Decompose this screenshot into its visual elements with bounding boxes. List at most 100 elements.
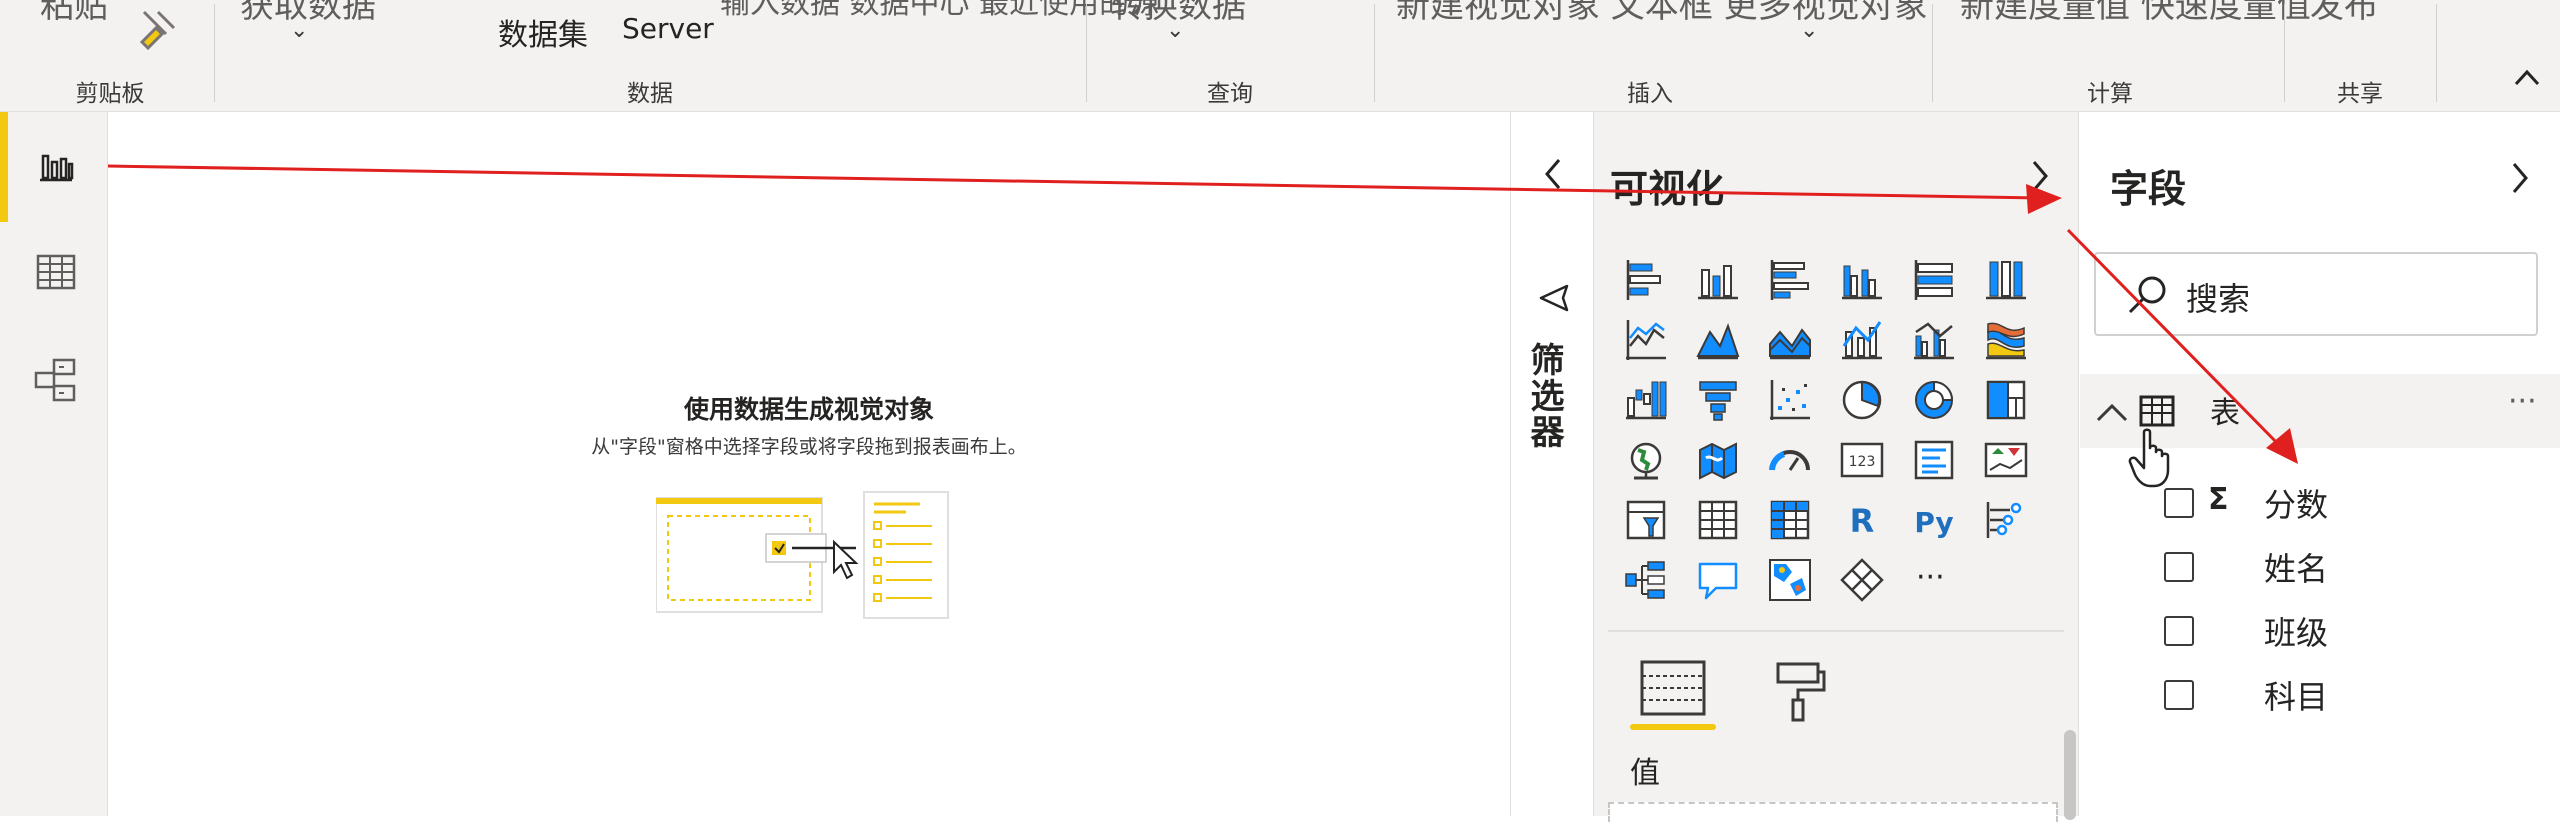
ribbon-divider: [1932, 4, 1933, 102]
field-label: 班级: [2264, 614, 2329, 652]
values-drop-zone[interactable]: [1608, 802, 2058, 822]
field-item-class[interactable]: 班级: [2080, 600, 2560, 660]
multi-row-card-icon[interactable]: [1910, 436, 1958, 484]
decomposition-tree-icon[interactable]: [1622, 556, 1670, 604]
r-script-visual-icon[interactable]: R: [1838, 496, 1886, 544]
group-calculation: 计算: [2087, 81, 2133, 107]
clustered-column-chart-icon[interactable]: [1838, 256, 1886, 304]
collapse-ribbon-icon[interactable]: [2512, 66, 2542, 88]
report-canvas[interactable]: 使用数据生成视觉对象 从"字段"窗格中选择字段或将字段拖到报表画布上。: [108, 112, 1510, 816]
model-view-icon[interactable]: [32, 356, 80, 404]
table-name: 表: [2210, 396, 2240, 431]
field-checkbox[interactable]: [2164, 488, 2194, 518]
chevron-up-icon[interactable]: [2094, 400, 2130, 424]
active-view-indicator: [0, 112, 8, 222]
field-label: 科目: [2264, 678, 2329, 716]
collapse-left-icon[interactable]: [1539, 156, 1567, 192]
format-paint-roller-icon[interactable]: [1768, 660, 1828, 724]
slicer-icon[interactable]: [1622, 496, 1670, 544]
empty-state-title: 使用数据生成视觉对象: [683, 395, 934, 424]
stacked-column-chart-icon[interactable]: [1694, 256, 1742, 304]
filter-icon: [1539, 284, 1569, 312]
chevron-down-icon[interactable]: ⌄: [1800, 18, 1818, 43]
visualizations-title: 可视化: [1610, 167, 1725, 211]
ribbon-chart-icon[interactable]: [1982, 316, 2030, 364]
format-painter-icon[interactable]: [136, 4, 182, 50]
stacked-area-chart-icon[interactable]: [1766, 316, 1814, 364]
group-insert: 插入: [1627, 81, 1673, 107]
fields-search-input[interactable]: 搜索: [2094, 252, 2538, 336]
sql-server-label[interactable]: Server: [622, 12, 714, 45]
ribbon-divider: [1086, 4, 1087, 102]
ribbon-divider: [2284, 4, 2285, 102]
field-checkbox[interactable]: [2164, 616, 2194, 646]
data-sources-label[interactable]: 输入数据 数据中心 最近使用的源: [720, 0, 1159, 22]
search-placeholder: 搜索: [2186, 280, 2251, 318]
funnel-chart-icon[interactable]: [1694, 376, 1742, 424]
matrix-icon[interactable]: [1766, 496, 1814, 544]
field-label: 姓名: [2264, 550, 2329, 588]
insert-buttons-label[interactable]: 新建视觉对象 文本框 更多视觉对象: [1396, 0, 1928, 27]
fields-wells-tab-icon[interactable]: [1630, 652, 1716, 752]
qa-visual-icon[interactable]: [1694, 556, 1742, 604]
table-icon: [2139, 395, 2175, 427]
group-data: 数据: [627, 81, 673, 107]
svg-text:Py: Py: [1914, 506, 1953, 539]
field-checkbox[interactable]: [2164, 552, 2194, 582]
100-stacked-column-chart-icon[interactable]: [1982, 256, 2030, 304]
group-query: 查询: [1207, 81, 1253, 107]
data-view-icon[interactable]: [32, 248, 80, 296]
ribbon-divider: [2436, 4, 2437, 102]
search-icon: [2128, 276, 2166, 314]
line-clustered-column-chart-icon[interactable]: [1910, 316, 1958, 364]
arcgis-map-icon[interactable]: [1766, 556, 1814, 604]
collapse-fields-icon[interactable]: [2506, 160, 2534, 196]
map-icon[interactable]: [1622, 436, 1670, 484]
dataset-label[interactable]: 数据集: [498, 10, 588, 54]
values-well-label: 值: [1630, 756, 1660, 791]
waterfall-chart-icon[interactable]: [1622, 376, 1670, 424]
field-item-subject[interactable]: 科目: [2080, 664, 2560, 724]
power-apps-icon[interactable]: [1838, 556, 1886, 604]
line-chart-icon[interactable]: [1622, 316, 1670, 364]
report-view-icon[interactable]: [32, 142, 80, 190]
field-item-score[interactable]: Σ 分数: [2080, 472, 2560, 532]
field-item-name[interactable]: 姓名: [2080, 536, 2560, 596]
treemap-icon[interactable]: [1982, 376, 2030, 424]
field-checkbox[interactable]: [2164, 680, 2194, 710]
paste-button-label[interactable]: 粘贴: [40, 0, 108, 27]
gauge-icon[interactable]: [1766, 436, 1814, 484]
chevron-down-icon[interactable]: ⌄: [1166, 18, 1184, 43]
svg-text:123: 123: [1849, 454, 1876, 470]
scatter-chart-icon[interactable]: [1766, 376, 1814, 424]
clustered-bar-chart-icon[interactable]: [1766, 256, 1814, 304]
chevron-down-icon[interactable]: ⌄: [290, 18, 308, 43]
more-visuals-button[interactable]: ···: [1916, 560, 1945, 595]
view-switcher: [0, 112, 108, 816]
donut-chart-icon[interactable]: [1910, 376, 1958, 424]
area-chart-icon[interactable]: [1694, 316, 1742, 364]
kpi-icon[interactable]: [1982, 436, 2030, 484]
stacked-bar-chart-icon[interactable]: [1622, 256, 1670, 304]
key-influencers-icon[interactable]: [1982, 496, 2030, 544]
card-icon[interactable]: 123: [1838, 436, 1886, 484]
100-stacked-bar-chart-icon[interactable]: [1910, 256, 1958, 304]
empty-state-subtitle: 从"字段"窗格中选择字段或将字段拖到报表画布上。: [591, 436, 1027, 458]
viz-scrollbar[interactable]: [2064, 730, 2076, 820]
publish-button-label[interactable]: 发布: [2310, 0, 2378, 27]
active-tab-indicator: [1630, 724, 1716, 730]
filters-pane-collapsed[interactable]: 筛选器: [1510, 112, 1594, 816]
fields-title: 字段: [2110, 167, 2187, 211]
filters-label[interactable]: 筛选器: [1524, 342, 1569, 450]
expand-right-icon[interactable]: [2026, 158, 2054, 194]
table-more-button[interactable]: ···: [2508, 384, 2537, 419]
table-visual-icon[interactable]: [1694, 496, 1742, 544]
viz-divider: [1608, 630, 2064, 632]
python-visual-icon[interactable]: Py: [1910, 496, 1958, 544]
line-and-column-chart-icon[interactable]: [1838, 316, 1886, 364]
pie-chart-icon[interactable]: [1838, 376, 1886, 424]
calc-buttons-label[interactable]: 新建度量值 快速度量值: [1960, 0, 2311, 27]
ribbon-divider: [1374, 4, 1375, 102]
filled-map-icon[interactable]: [1694, 436, 1742, 484]
ribbon: 粘贴 剪贴板 获取数据 ⌄ 数据集 Server 输入数据 数据中心 最近使用的…: [0, 0, 2560, 112]
